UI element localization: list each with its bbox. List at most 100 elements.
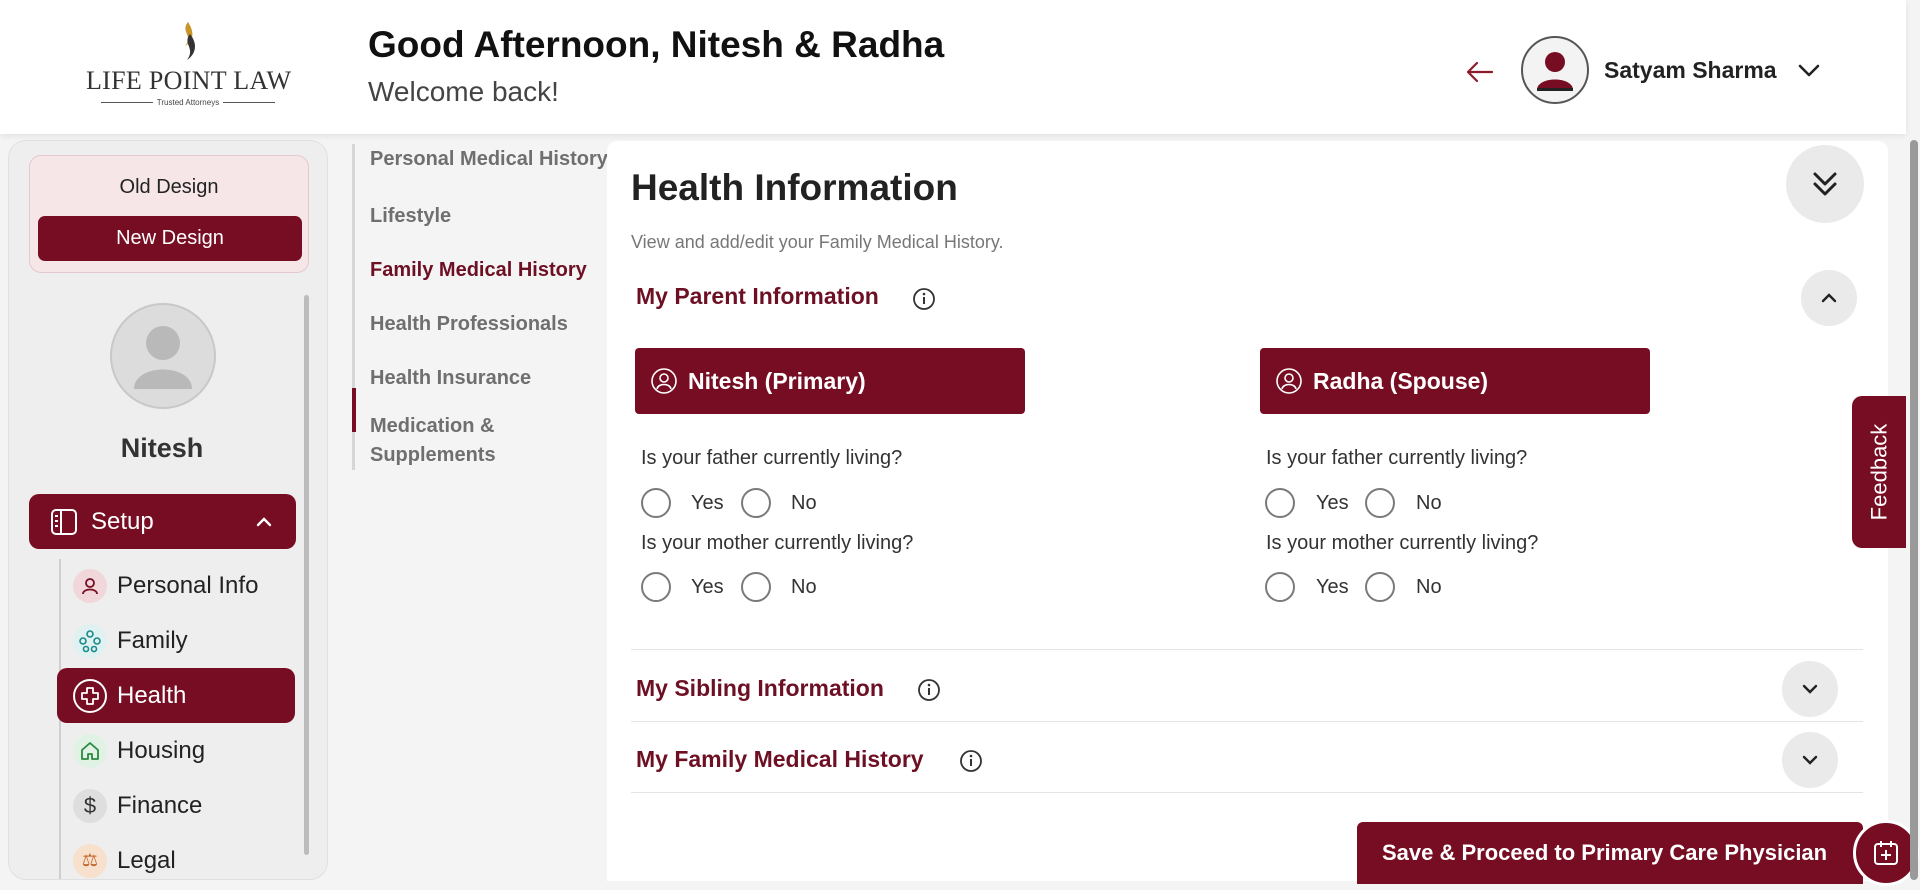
radio-mother-no[interactable] [1365,572,1395,602]
feedback-label: Feedback [1866,423,1891,521]
radio-label-yes: Yes [1316,576,1349,598]
welcome-subtitle: Welcome back! [368,76,559,107]
sidebar-item-label: Family [117,626,188,654]
collapse-all-button[interactable] [1786,145,1864,223]
radio-father-no[interactable] [1365,488,1395,518]
subnav-personal-medical-history[interactable]: Personal Medical History [370,144,608,174]
logo-flame-icon [185,22,196,60]
info-icon[interactable] [959,749,983,773]
radio-label-no: No [1416,576,1442,598]
expand-sibling-button[interactable] [1782,661,1838,717]
divider [631,792,1863,793]
double-chevron-down-icon [1813,172,1837,196]
question-mother-living: Is your mother currently living? [1266,532,1539,554]
sidebar-item-label: Legal [117,846,176,874]
chevron-down-icon [1802,755,1818,765]
subnav-medication-line1[interactable]: Medication & [370,411,494,441]
expand-family-history-button[interactable] [1782,732,1838,788]
info-icon[interactable] [912,287,936,311]
question-father-living: Is your father currently living? [1266,447,1528,469]
user-avatar-icon [1537,52,1573,91]
person-icon [73,568,107,603]
collapse-parent-button[interactable] [1801,270,1857,326]
feedback-tab[interactable]: Feedback [1852,396,1906,548]
page-subtitle: View and add/edit your Family Medical Hi… [631,232,1004,252]
setup-icon [51,508,77,535]
person-name: Radha (Spouse) [1313,367,1489,394]
profile-avatar [110,303,216,409]
question-father-living: Is your father currently living? [641,447,903,469]
user-name[interactable]: Satyam Sharma [1604,57,1777,84]
divider [631,721,1863,722]
logo[interactable]: LIFE POINT LAW Trusted Attorneys [86,20,292,110]
radio-father-yes[interactable] [641,488,671,518]
setup-label: Setup [91,507,154,535]
user-avatar[interactable] [1521,36,1589,104]
radio-mother-yes[interactable] [641,572,671,602]
chevron-down-icon [1802,684,1818,694]
sidebar-item-label: Housing [117,736,206,764]
main-content-card: Health Information View and add/edit you… [607,141,1888,881]
design-toggle: Old Design New Design [29,155,309,273]
radio-label-no: No [791,576,817,598]
page-title: Health Information [631,167,958,208]
back-arrow-icon[interactable] [1464,52,1496,92]
sidebar-item-family[interactable]: Family [57,613,295,668]
sidebar-scrollbar[interactable] [304,295,309,855]
radio-label-yes: Yes [691,576,724,598]
radio-label-yes: Yes [691,492,724,514]
sidebar-item-personal-info[interactable]: Personal Info [57,558,295,613]
person-name: Nitesh (Primary) [688,367,866,394]
user-circle-icon [1276,368,1302,394]
subnav-medication-line2[interactable]: Supplements [370,440,496,470]
user-circle-icon [651,368,677,394]
radio-mother-yes[interactable] [1265,572,1295,602]
old-design-option[interactable]: Old Design [30,176,308,199]
profile-placeholder-icon [134,326,192,389]
subnav-family-medical-history[interactable]: Family Medical History [370,255,587,285]
sidebar-item-health[interactable]: Health [57,668,295,723]
sidebar-item-legal[interactable]: ⚖ Legal [57,833,295,879]
radio-mother-no[interactable] [741,572,771,602]
subnav-health-insurance[interactable]: Health Insurance [370,363,531,393]
question-mother-living: Is your mother currently living? [641,532,914,554]
person-card-spouse: Radha (Spouse) [1260,348,1650,414]
health-cross-icon [73,678,107,713]
radio-label-yes: Yes [1316,492,1349,514]
radio-father-yes[interactable] [1265,488,1295,518]
person-card-primary: Nitesh (Primary) [635,348,1025,414]
radio-father-no[interactable] [741,488,771,518]
subnav-lifestyle[interactable]: Lifestyle [370,201,451,231]
save-proceed-button[interactable]: Save & Proceed to Primary Care Physician [1357,822,1863,884]
sidebar-item-label: Health [117,681,187,709]
sidebar-item-label: Personal Info [117,571,259,599]
radio-label-no: No [791,492,817,514]
house-icon [73,733,107,768]
top-header: LIFE POINT LAW Trusted Attorneys Good Af… [0,0,1906,134]
sidebar-item-finance[interactable]: $ Finance [57,778,295,833]
health-subnav: Personal Medical History Lifestyle Famil… [350,134,610,474]
info-icon[interactable] [917,678,941,702]
setup-menu-button[interactable]: Setup [29,494,296,549]
section-title-parent[interactable]: My Parent Information [636,283,879,310]
page-scrollbar[interactable] [1910,140,1918,880]
dollar-icon: $ [73,788,107,823]
greeting-title: Good Afternoon, Nitesh & Radha [368,24,945,65]
section-title-family-history[interactable]: My Family Medical History [636,746,924,773]
chevron-up-icon [1821,293,1837,303]
profile-name: Nitesh [120,433,204,463]
logo-tagline: Trusted Attorneys [86,98,290,107]
legal-icon: ⚖ [73,843,107,878]
new-design-button[interactable]: New Design [38,216,302,261]
sidebar-item-housing[interactable]: Housing [57,723,295,778]
logo-text: LIFE POINT LAW [86,66,292,95]
section-title-sibling[interactable]: My Sibling Information [636,675,884,702]
chevron-up-icon [256,517,272,527]
chevron-down-icon[interactable] [1796,58,1822,82]
subnav-health-professionals[interactable]: Health Professionals [370,309,568,339]
family-icon [73,623,107,658]
radio-label-no: No [1416,492,1442,514]
divider [631,649,1863,650]
sidebar-item-label: Finance [117,791,203,819]
subnav-active-indicator [352,388,356,432]
